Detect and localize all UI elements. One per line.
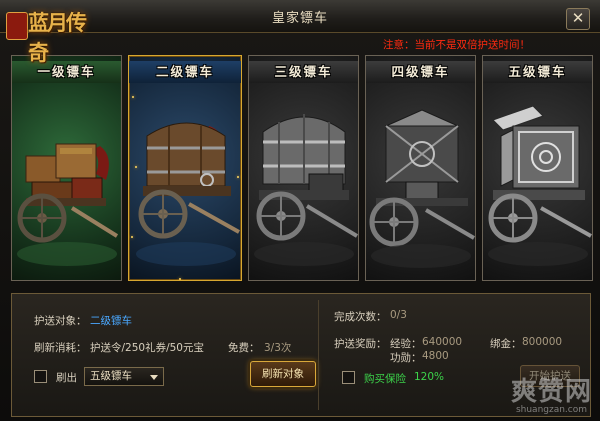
cart-card-level-2[interactable]: 二级镖车 — [128, 55, 242, 281]
completed-count-value: 0/3 — [390, 309, 407, 321]
watermark-logo: 爽赞网 — [510, 377, 592, 407]
logo-seal-icon — [6, 12, 28, 40]
escort-window: 皇家镖车 蓝月传奇 ✕ 注意：当前不是双倍护送时间！ 一级镖车 二级镖车 三级镖… — [0, 0, 600, 421]
selection-sparkle — [131, 236, 133, 238]
insurance-value: 120% — [414, 371, 445, 383]
selection-sparkle — [132, 96, 134, 98]
free-refresh-label: 免费： — [228, 342, 260, 354]
close-button[interactable]: ✕ — [566, 8, 590, 30]
escort-target-value: 二级镖车 — [90, 315, 132, 327]
cart-card-level-1[interactable]: 一级镖车 — [11, 55, 122, 281]
reward-gold-label: 绑金： — [490, 338, 522, 350]
cart-card-label: 三级镖车 — [249, 61, 358, 83]
cart-level-2-icon — [136, 122, 240, 266]
reward-gold-value: 800000 — [522, 336, 563, 348]
refresh-cost-label: 刷新消耗： — [34, 342, 87, 354]
game-logo: 蓝月传奇 — [4, 2, 100, 65]
cart-level-5-icon — [488, 105, 592, 266]
cart-card-level-3[interactable]: 三级镖车 — [248, 55, 359, 281]
escort-target-label: 护送对象： — [34, 315, 87, 327]
refresh-target-button[interactable]: 刷新对象 — [250, 361, 316, 387]
reward-merit-label: 功勋： — [390, 352, 422, 364]
logo-text: 蓝月传奇 — [28, 10, 87, 65]
cart-card-label: 五级镖车 — [483, 61, 592, 83]
site-watermark: 爽赞网 shuangzan.com — [511, 371, 592, 415]
insurance-label: 购买保险 — [364, 373, 406, 385]
reward-exp-value: 640000 — [422, 336, 463, 348]
cart-card-level-4[interactable]: 四级镖车 — [365, 55, 476, 281]
escort-info-panel: 护送对象： 二级镖车 刷新消耗： 护送令/250礼券/50元宝 免费： 3/3次… — [11, 293, 591, 417]
cart-card-label: 二级镖车 — [129, 61, 241, 83]
double-escort-notice: 注意：当前不是双倍护送时间！ — [383, 39, 530, 51]
panel-divider — [318, 300, 319, 410]
free-refresh-value: 3/3次 — [264, 342, 292, 354]
completed-count-label: 完成次数： — [334, 311, 387, 323]
cart-card-level-5[interactable]: 五级镖车 — [482, 55, 593, 281]
cart-level-4-icon — [369, 109, 475, 268]
target-level-select[interactable]: 五级镖车 — [84, 367, 164, 386]
selection-sparkle — [237, 176, 239, 178]
target-level-select-value: 五级镖车 — [90, 370, 132, 382]
selection-sparkle — [179, 278, 181, 280]
selection-sparkle — [135, 166, 137, 168]
brush-out-label: 刷出 — [56, 372, 77, 384]
cart-card-list: 一级镖车 二级镖车 三级镖车 四级镖车 五级镖车 — [11, 55, 593, 285]
chevron-down-icon — [150, 375, 158, 380]
cart-level-3-icon — [254, 114, 358, 266]
brush-out-checkbox[interactable] — [34, 370, 47, 383]
escort-reward-label: 护送奖励： — [334, 338, 387, 350]
refresh-cost-value: 护送令/250礼券/50元宝 — [90, 342, 204, 354]
cart-level-1-icon — [17, 143, 119, 266]
reward-exp-label: 经验： — [390, 338, 422, 350]
reward-merit-value: 4800 — [422, 350, 449, 362]
insurance-checkbox[interactable] — [342, 371, 355, 384]
watermark-url: shuangzan.com — [515, 405, 588, 415]
cart-card-label: 四级镖车 — [366, 61, 475, 83]
